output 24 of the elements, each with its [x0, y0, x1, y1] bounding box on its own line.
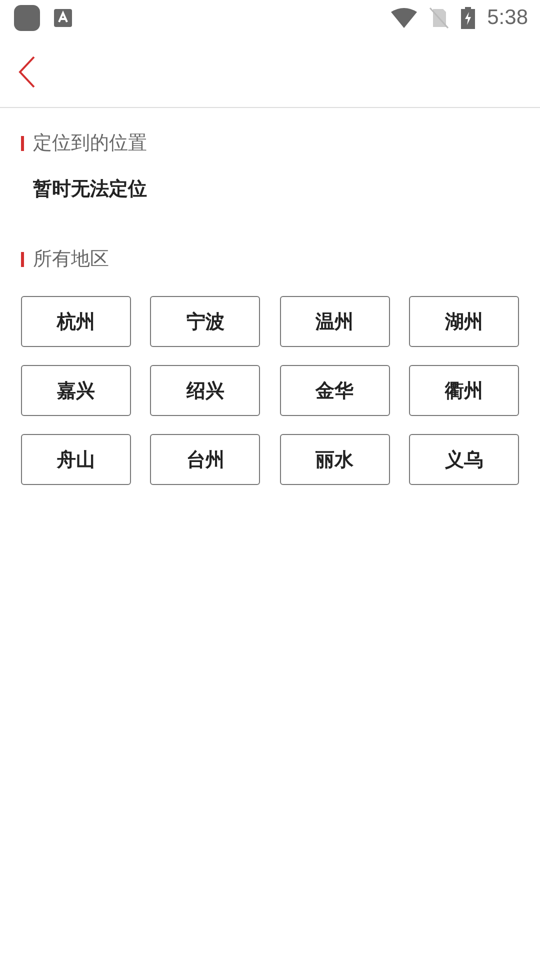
city-button[interactable]: 绍兴: [150, 365, 260, 416]
accent-bar: [21, 252, 24, 266]
location-status: 暂时无法定位: [33, 177, 148, 202]
city-button[interactable]: 舟山: [21, 434, 131, 485]
city-button[interactable]: 嘉兴: [21, 365, 131, 416]
city-button[interactable]: 湖州: [408, 296, 519, 347]
city-button[interactable]: 丽水: [280, 434, 390, 485]
city-button[interactable]: 温州: [280, 296, 390, 347]
keyboard-icon: [54, 9, 72, 27]
section-heading: 所有地区: [33, 247, 109, 272]
city-button[interactable]: 台州: [150, 434, 260, 485]
app-icon: [14, 5, 40, 31]
city-button[interactable]: 杭州: [21, 296, 131, 347]
clock-time: 5:38: [487, 6, 528, 30]
battery-icon: [461, 7, 476, 29]
no-sim-icon: [429, 7, 450, 29]
city-button[interactable]: 宁波: [150, 296, 260, 347]
section-heading: 定位到的位置: [33, 131, 147, 156]
city-button[interactable]: 衢州: [408, 365, 519, 416]
back-icon[interactable]: [18, 56, 36, 88]
city-button[interactable]: 金华: [280, 365, 390, 416]
accent-bar: [21, 136, 24, 150]
city-button[interactable]: 义乌: [408, 434, 519, 485]
wifi-icon: [391, 8, 418, 28]
